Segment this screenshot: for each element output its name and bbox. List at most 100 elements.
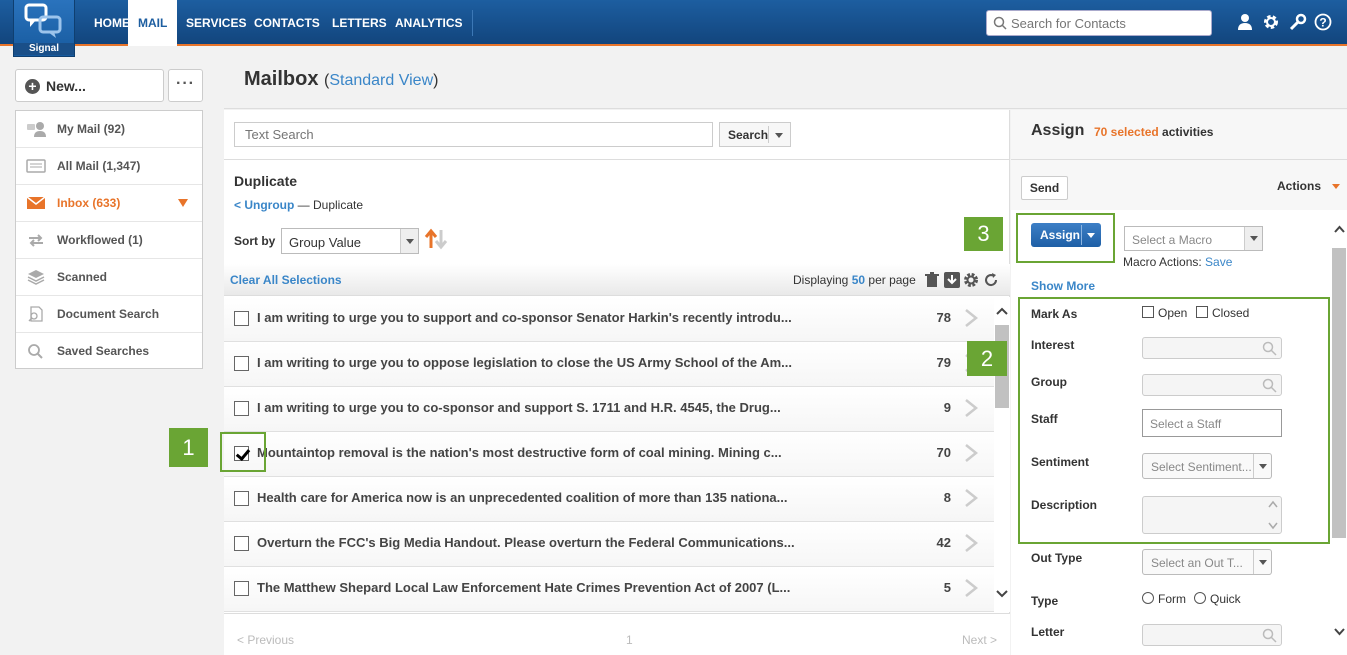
show-more-link[interactable]: Show More — [1031, 279, 1095, 293]
scroll-down-icon[interactable] — [996, 590, 1008, 598]
plus-icon: + — [25, 79, 40, 94]
table-row[interactable]: Health care for America now is an unprec… — [224, 477, 994, 522]
clear-all-selections-link[interactable]: Clear All Selections — [230, 273, 342, 287]
callout-1: 1 — [169, 428, 208, 467]
sort-direction-icon[interactable] — [424, 228, 448, 250]
table-row[interactable]: Overturn the FCC's Big Media Handout. Pl… — [224, 522, 994, 567]
envelope-icon — [26, 196, 46, 209]
form-radio[interactable]: Form — [1142, 592, 1186, 606]
folder-inbox[interactable]: Inbox (633) — [16, 185, 202, 222]
row-count: 5 — [943, 580, 951, 595]
search-button[interactable]: Search — [719, 122, 791, 147]
ungroup-link[interactable]: < Ungroup — [234, 198, 294, 212]
send-button[interactable]: Send — [1021, 176, 1068, 200]
logo-text: Signal — [14, 43, 74, 55]
out-type-label: Out Type — [1031, 551, 1083, 565]
folder-workflowed[interactable]: Workflowed (1) — [16, 222, 202, 259]
arrows-icon — [29, 234, 43, 247]
nav-analytics[interactable]: ANALYTICS — [385, 0, 473, 46]
scroll-up-icon[interactable] — [1334, 225, 1345, 233]
folder-document-search[interactable]: Document Search — [16, 296, 202, 333]
chevron-right-icon[interactable] — [964, 398, 978, 418]
download-icon[interactable] — [943, 272, 960, 288]
sort-select[interactable]: Group Value — [281, 228, 419, 254]
search-button-label: Search — [728, 128, 769, 142]
callout-3: 3 — [964, 217, 1003, 251]
chevron-right-icon[interactable] — [964, 578, 978, 598]
table-row[interactable]: The Matthew Shepard Local Law Enforcemen… — [224, 567, 994, 612]
chevron-right-icon[interactable] — [964, 308, 978, 328]
standard-view-link[interactable]: Standard View — [329, 72, 433, 89]
user-icon[interactable] — [1237, 13, 1253, 31]
list-toolbar: Clear All Selections Displaying 50 per p… — [224, 264, 1010, 296]
actions-menu[interactable]: Actions — [1277, 179, 1340, 193]
row-checkbox[interactable] — [234, 401, 249, 416]
new-button-label: New... — [46, 78, 86, 94]
doc-search-icon — [28, 306, 43, 322]
chevron-down-icon — [400, 229, 418, 253]
table-row[interactable]: I am writing to urge you to support and … — [224, 297, 994, 342]
scrollbar-thumb[interactable] — [1332, 248, 1346, 538]
open-checkbox[interactable]: Open — [1142, 306, 1187, 320]
contact-search-input[interactable] — [1011, 14, 1207, 32]
staff-input[interactable]: Select a Staff — [1142, 409, 1282, 437]
folder-saved-searches[interactable]: Saved Searches — [16, 333, 202, 370]
contact-search[interactable] — [986, 10, 1212, 36]
assign-title: Assign — [1031, 122, 1085, 139]
row-count: 70 — [936, 445, 951, 460]
chevron-right-icon[interactable] — [964, 488, 978, 508]
macro-actions: Macro Actions: Save — [1123, 255, 1233, 269]
settings-gear-icon[interactable] — [963, 272, 979, 288]
folder-label: Inbox (633) — [57, 196, 121, 210]
chevron-right-icon[interactable] — [964, 533, 978, 553]
search-dropdown-icon[interactable] — [775, 133, 783, 138]
chevron-right-icon[interactable] — [964, 443, 978, 463]
quick-radio[interactable]: Quick — [1194, 592, 1241, 606]
folder-all-mail[interactable]: All Mail (1,347) — [16, 148, 202, 185]
interest-input[interactable] — [1142, 337, 1282, 359]
macro-select[interactable]: Select a Macro — [1124, 226, 1263, 251]
folder-scanned[interactable]: Scanned — [16, 259, 202, 296]
macro-save-link[interactable]: Save — [1205, 255, 1232, 269]
assign-button-label: Assign — [1040, 228, 1081, 242]
folder-my-mail[interactable]: My Mail (92) — [16, 111, 202, 148]
scroll-down-icon[interactable] — [1334, 628, 1345, 636]
table-row[interactable]: Mountaintop removal is the nation's most… — [224, 432, 994, 477]
assign-button[interactable]: Assign — [1031, 223, 1101, 247]
sentiment-select[interactable]: Select Sentiment... — [1142, 453, 1272, 479]
table-row[interactable]: I am writing to urge you to co-sponsor a… — [224, 387, 994, 432]
row-checkbox[interactable] — [234, 311, 249, 326]
next-page-link[interactable]: Next > — [962, 633, 997, 647]
signal-logo[interactable]: Signal — [13, 0, 75, 57]
dropdown-arrow-icon[interactable] — [178, 199, 188, 207]
page-title-text: Mailbox — [244, 68, 319, 90]
description-textarea[interactable] — [1142, 496, 1282, 534]
wrench-icon[interactable] — [1289, 13, 1307, 31]
scroll-up-icon[interactable] — [996, 307, 1008, 315]
nav-mail[interactable]: MAIL — [128, 0, 178, 46]
help-icon[interactable]: ? — [1314, 13, 1332, 31]
more-options-button[interactable]: ··· — [168, 69, 203, 102]
group-input[interactable] — [1142, 374, 1282, 396]
row-checkbox[interactable] — [234, 581, 249, 596]
assign-dropdown-icon[interactable] — [1087, 233, 1095, 238]
closed-checkbox[interactable]: Closed — [1196, 306, 1249, 320]
row-checkbox[interactable] — [234, 491, 249, 506]
row-checkbox[interactable] — [234, 356, 249, 371]
trash-icon[interactable] — [924, 272, 940, 288]
folder-label: Workflowed (1) — [57, 233, 143, 247]
letter-input[interactable] — [1142, 624, 1282, 646]
new-button[interactable]: + New... — [15, 69, 164, 102]
row-checkbox[interactable] — [234, 536, 249, 551]
nav-separator — [472, 10, 473, 36]
table-row[interactable]: I am writing to urge you to oppose legis… — [224, 342, 994, 387]
nav-contacts[interactable]: CONTACTS — [244, 0, 330, 46]
per-page-count[interactable]: 50 — [852, 273, 865, 287]
selection-info: 70 selected activities — [1094, 125, 1214, 139]
gear-icon[interactable] — [1262, 13, 1280, 31]
text-search-input[interactable] — [234, 122, 713, 147]
out-type-select[interactable]: Select an Out T... — [1142, 549, 1272, 575]
refresh-icon[interactable] — [983, 272, 999, 288]
previous-page-link[interactable]: < Previous — [237, 633, 294, 647]
assign-panel-scrollbar[interactable] — [1331, 210, 1347, 655]
